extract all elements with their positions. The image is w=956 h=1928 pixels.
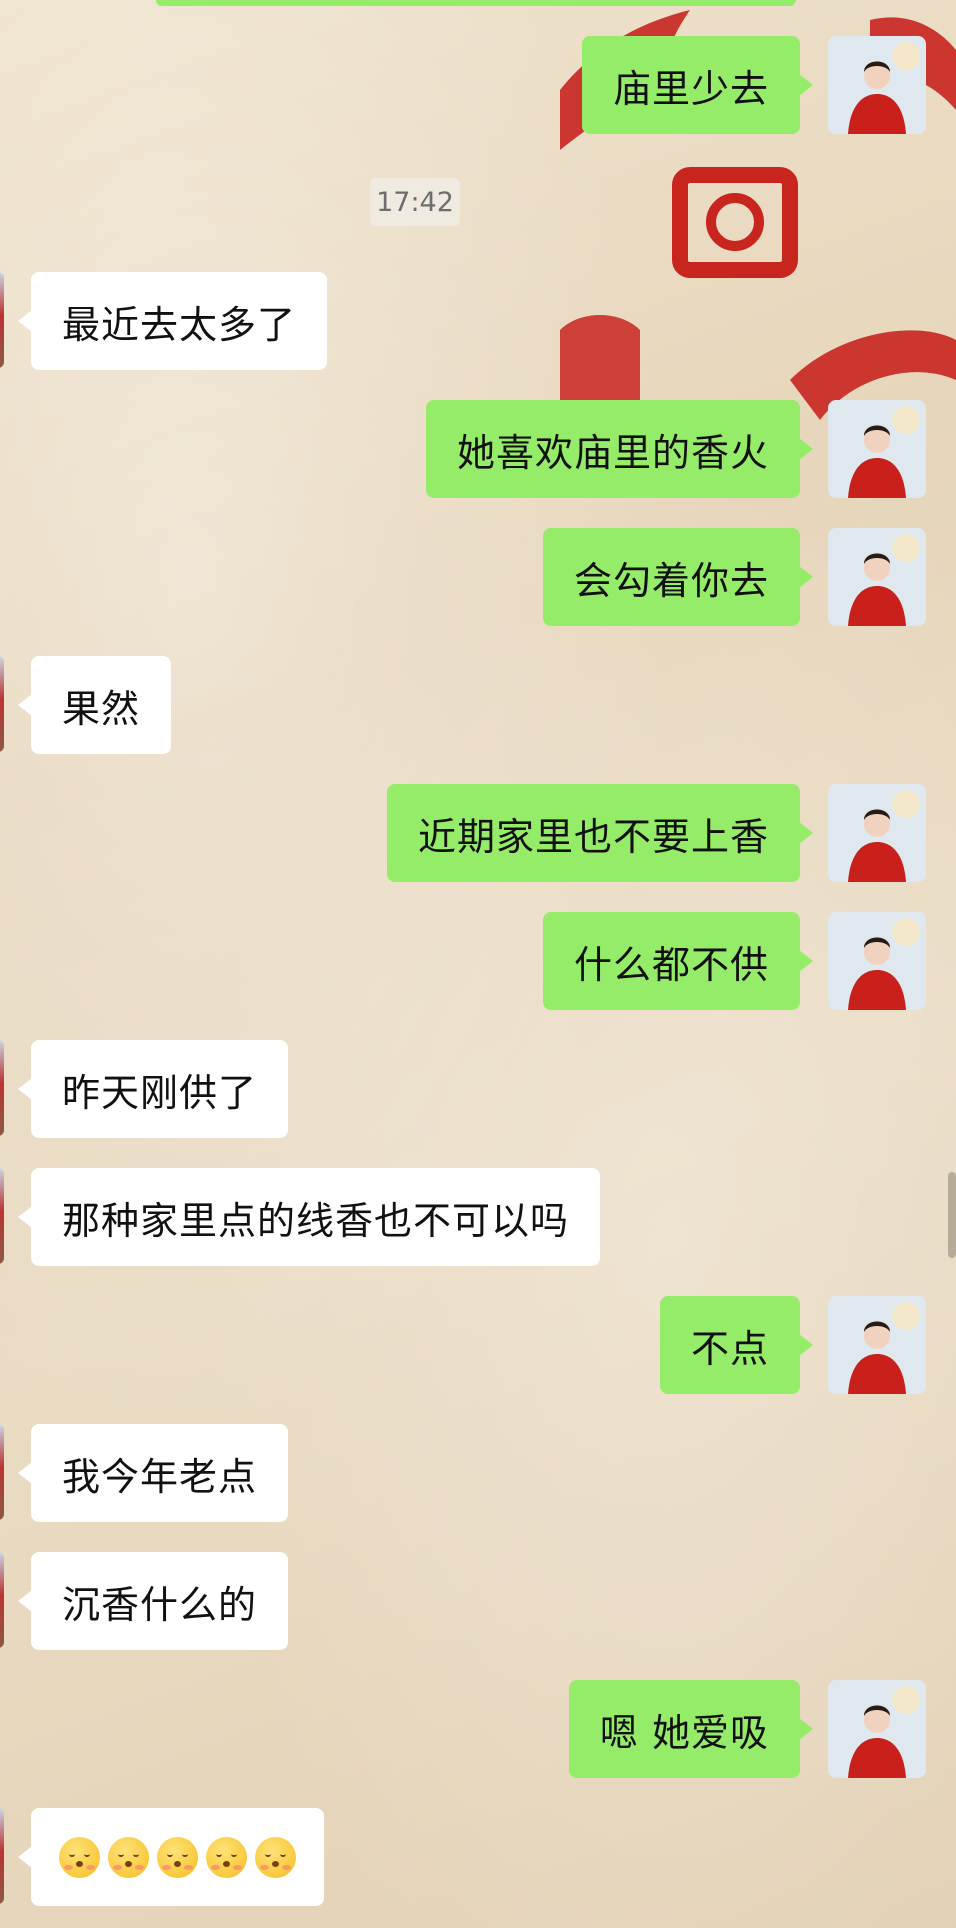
contact-avatar[interactable] bbox=[0, 1424, 4, 1520]
blushing-smile-emoji bbox=[157, 1836, 198, 1878]
avatar-portrait-icon bbox=[828, 784, 926, 882]
my-message-bubble[interactable]: 近期家里也不要上香 bbox=[386, 784, 814, 882]
contact-message-bubble[interactable]: 最近去太多了 bbox=[17, 272, 328, 370]
contact-message-bubble[interactable]: 那种家里点的线香也不可以吗 bbox=[17, 1168, 601, 1266]
my-avatar[interactable] bbox=[828, 400, 926, 498]
contact-message-bubble[interactable]: 昨天刚供了 bbox=[17, 1040, 289, 1138]
my-message-bubble[interactable]: 庙里少去 bbox=[581, 36, 814, 134]
blushing-smile-emoji bbox=[206, 1836, 247, 1878]
contact-avatar[interactable] bbox=[0, 272, 4, 368]
blushing-smile-emoji bbox=[108, 1836, 149, 1878]
message-text: 我今年老点 bbox=[62, 1454, 258, 1499]
contact-avatar[interactable] bbox=[0, 1040, 4, 1136]
my-message-bubble[interactable]: 她喜欢庙里的香火 bbox=[425, 400, 814, 498]
avatar-portrait-icon bbox=[828, 528, 926, 626]
avatar-portrait-icon bbox=[828, 36, 926, 134]
contact-message-bubble[interactable]: 我今年老点 bbox=[17, 1424, 289, 1522]
message-text: 最近去太多了 bbox=[62, 302, 297, 347]
message-text: 昨天刚供了 bbox=[62, 1070, 258, 1115]
scrollbar-thumb[interactable] bbox=[948, 1172, 956, 1258]
emoji-row bbox=[59, 1836, 296, 1878]
message-text: 果然 bbox=[62, 686, 141, 731]
message-text: 那种家里点的线香也不可以吗 bbox=[62, 1198, 570, 1243]
contact-message-bubble[interactable]: 果然 bbox=[17, 656, 172, 754]
contact-avatar[interactable] bbox=[0, 1808, 4, 1904]
message-text: 近期家里也不要上香 bbox=[417, 814, 769, 859]
contact-avatar[interactable] bbox=[0, 1552, 4, 1648]
contact-avatar[interactable] bbox=[0, 1168, 4, 1264]
message-text: 沉香什么的 bbox=[62, 1582, 258, 1627]
contact-message-bubble[interactable] bbox=[18, 1808, 324, 1906]
avatar-portrait-icon bbox=[828, 1296, 926, 1394]
avatar-portrait-icon bbox=[828, 912, 926, 1010]
my-avatar[interactable] bbox=[828, 1680, 926, 1778]
my-message-bubble[interactable]: 嗯 她爱吸 bbox=[568, 1680, 814, 1778]
message-text: 嗯 她爱吸 bbox=[599, 1710, 769, 1755]
my-avatar[interactable] bbox=[828, 784, 926, 882]
contact-avatar[interactable] bbox=[0, 656, 4, 752]
blushing-smile-emoji bbox=[255, 1836, 296, 1878]
my-avatar[interactable] bbox=[828, 912, 926, 1010]
message-text: 不点 bbox=[690, 1326, 769, 1371]
message-text: 庙里少去 bbox=[612, 66, 769, 111]
blushing-smile-emoji bbox=[59, 1836, 100, 1878]
my-message-bubble[interactable]: 会勾着你去 bbox=[542, 528, 814, 626]
my-message-bubble[interactable]: 不点 bbox=[659, 1296, 814, 1394]
avatar-portrait-icon bbox=[828, 400, 926, 498]
message-text: 她喜欢庙里的香火 bbox=[456, 430, 769, 475]
contact-message-bubble[interactable]: 沉香什么的 bbox=[17, 1552, 289, 1650]
message-text: 什么都不供 bbox=[573, 942, 769, 987]
avatar-portrait-icon bbox=[828, 1680, 926, 1778]
my-avatar[interactable] bbox=[828, 36, 926, 134]
message-text: 会勾着你去 bbox=[573, 558, 769, 603]
my-avatar[interactable] bbox=[828, 528, 926, 626]
chat-message-list[interactable]: 庙里少去 最近去太多了 她喜欢庙里的香火 会勾着你去 果然 近期家里也不要上香 … bbox=[0, 0, 956, 1928]
my-avatar[interactable] bbox=[828, 1296, 926, 1394]
my-message-bubble[interactable]: 什么都不供 bbox=[542, 912, 814, 1010]
